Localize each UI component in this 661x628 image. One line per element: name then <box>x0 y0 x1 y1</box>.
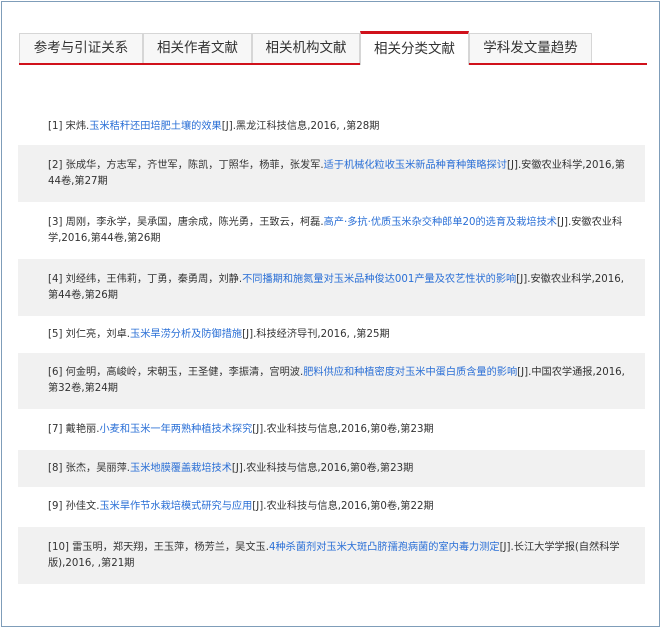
ref-number: [8] <box>48 462 66 474</box>
ref-title-link[interactable]: 玉米秸秆还田培肥土壤的效果 <box>89 121 221 132</box>
ref-number: [9] <box>48 501 66 512</box>
ref-number: [6] <box>48 367 66 378</box>
ref-authors: 张杰，吴丽萍. <box>65 462 131 474</box>
list-item: [2] 张成华，方志军，齐世军，陈凯，丁照华，杨菲，张发军.适于机械化粒收玉米新… <box>18 145 645 202</box>
ref-title-link[interactable]: 4种杀菌剂对玉米大斑凸脐孺孢病菌的室内毒力测定 <box>269 542 500 553</box>
tab-related-classification[interactable]: 相关分类文献 <box>360 31 469 65</box>
list-item: [4] 刘经纬，王伟莉，丁勇，秦勇周，刘静.不同播期和施氮量对玉米品种俊达001… <box>18 259 645 316</box>
ref-number: [10] <box>48 541 73 553</box>
tab-discipline-trend[interactable]: 学科发文量趋势 <box>469 33 592 63</box>
ref-title-link[interactable]: 小麦和玉米一年两熟种植技术探究 <box>99 424 252 435</box>
ref-title-link[interactable]: 玉米旱涝分析及防御措施 <box>130 329 242 340</box>
ref-number: [3] <box>48 216 66 228</box>
ref-title-link[interactable]: 高产·多抗·优质玉米杂交种郎单20的选育及栽培技术 <box>324 217 557 228</box>
tab-references-citations[interactable]: 参考与引证关系 <box>19 33 143 63</box>
ref-authors: 宋炜. <box>65 121 90 132</box>
tab-bar: 参考与引证关系 相关作者文献 相关机构文献 相关分类文献 学科发文量趋势 <box>19 31 647 65</box>
ref-title-link[interactable]: 适于机械化粒收玉米新品种育种策略探讨 <box>324 160 507 171</box>
ref-title-link[interactable]: 玉米旱作节水栽培模式研究与应用 <box>99 501 252 512</box>
ref-authors: 周刚，李永学，吴承国，唐余成，陈光勇，王致云，柯磊. <box>65 216 324 228</box>
ref-number: [2] <box>48 159 66 171</box>
list-item: [7] 戴艳丽.小麦和玉米一年两熟种植技术探究[J].农业科技与信息,2016,… <box>18 409 645 450</box>
ref-number: [5] <box>48 328 66 340</box>
ref-title-link[interactable]: 不同播期和施氮量对玉米品种俊达001产量及农艺性状的影响 <box>242 274 516 285</box>
ref-source: [J].科技经济导刊,2016, ,第25期 <box>242 328 390 340</box>
ref-authors: 戴艳丽. <box>65 423 100 435</box>
tab-related-institution[interactable]: 相关机构文献 <box>252 33 360 63</box>
ref-title-link[interactable]: 肥料供应和种植密度对玉米中蛋白质含量的影响 <box>303 367 517 378</box>
ref-source: [J].黑龙江科技信息,2016, ,第28期 <box>221 121 380 132</box>
ref-source: [J].农业科技与信息,2016,第0卷,第23期 <box>252 423 434 435</box>
tab-related-author[interactable]: 相关作者文献 <box>143 33 252 63</box>
ref-source: [J].农业科技与信息,2016,第0卷,第22期 <box>252 501 434 512</box>
reference-list: [1] 宋炜.玉米秸秆还田培肥土壤的效果[J].黑龙江科技信息,2016, ,第… <box>18 109 645 584</box>
ref-number: [1] <box>48 121 66 132</box>
list-item: [10] 雷玉明，郑天翔，王玉萍，杨芳兰，吴文玉.4种杀菌剂对玉米大斑凸脐孺孢病… <box>18 527 645 584</box>
ref-number: [7] <box>48 423 66 435</box>
ref-authors: 刘仁亮，刘卓. <box>65 328 131 340</box>
list-item: [8] 张杰，吴丽萍.玉米地膜覆盖栽培技术[J].农业科技与信息,2016,第0… <box>18 450 645 487</box>
ref-source: [J].农业科技与信息,2016,第0卷,第23期 <box>231 462 414 474</box>
list-item: [3] 周刚，李永学，吴承国，唐余成，陈光勇，王致云，柯磊.高产·多抗·优质玉米… <box>18 202 645 259</box>
ref-authors: 刘经纬，王伟莉，丁勇，秦勇周，刘静. <box>65 273 243 285</box>
ref-title-link[interactable]: 玉米地膜覆盖栽培技术 <box>130 463 232 474</box>
ref-number: [4] <box>48 273 66 285</box>
ref-authors: 孙佳文. <box>65 501 100 512</box>
ref-authors: 雷玉明，郑天翔，王玉萍，杨芳兰，吴文玉. <box>72 541 269 553</box>
ref-authors: 何金明，高峻岭，宋朝玉，王圣健，李振清，宫明波. <box>65 367 304 378</box>
list-item: [5] 刘仁亮，刘卓.玉米旱涝分析及防御措施[J].科技经济导刊,2016, ,… <box>18 316 645 353</box>
list-item: [9] 孙佳文.玉米旱作节水栽培模式研究与应用[J].农业科技与信息,2016,… <box>18 487 645 527</box>
list-item: [1] 宋炜.玉米秸秆还田培肥土壤的效果[J].黑龙江科技信息,2016, ,第… <box>18 109 645 145</box>
list-item: [6] 何金明，高峻岭，宋朝玉，王圣健，李振清，宫明波.肥料供应和种植密度对玉米… <box>18 353 645 409</box>
ref-authors: 张成华，方志军，齐世军，陈凯，丁照华，杨菲，张发军. <box>65 159 324 171</box>
